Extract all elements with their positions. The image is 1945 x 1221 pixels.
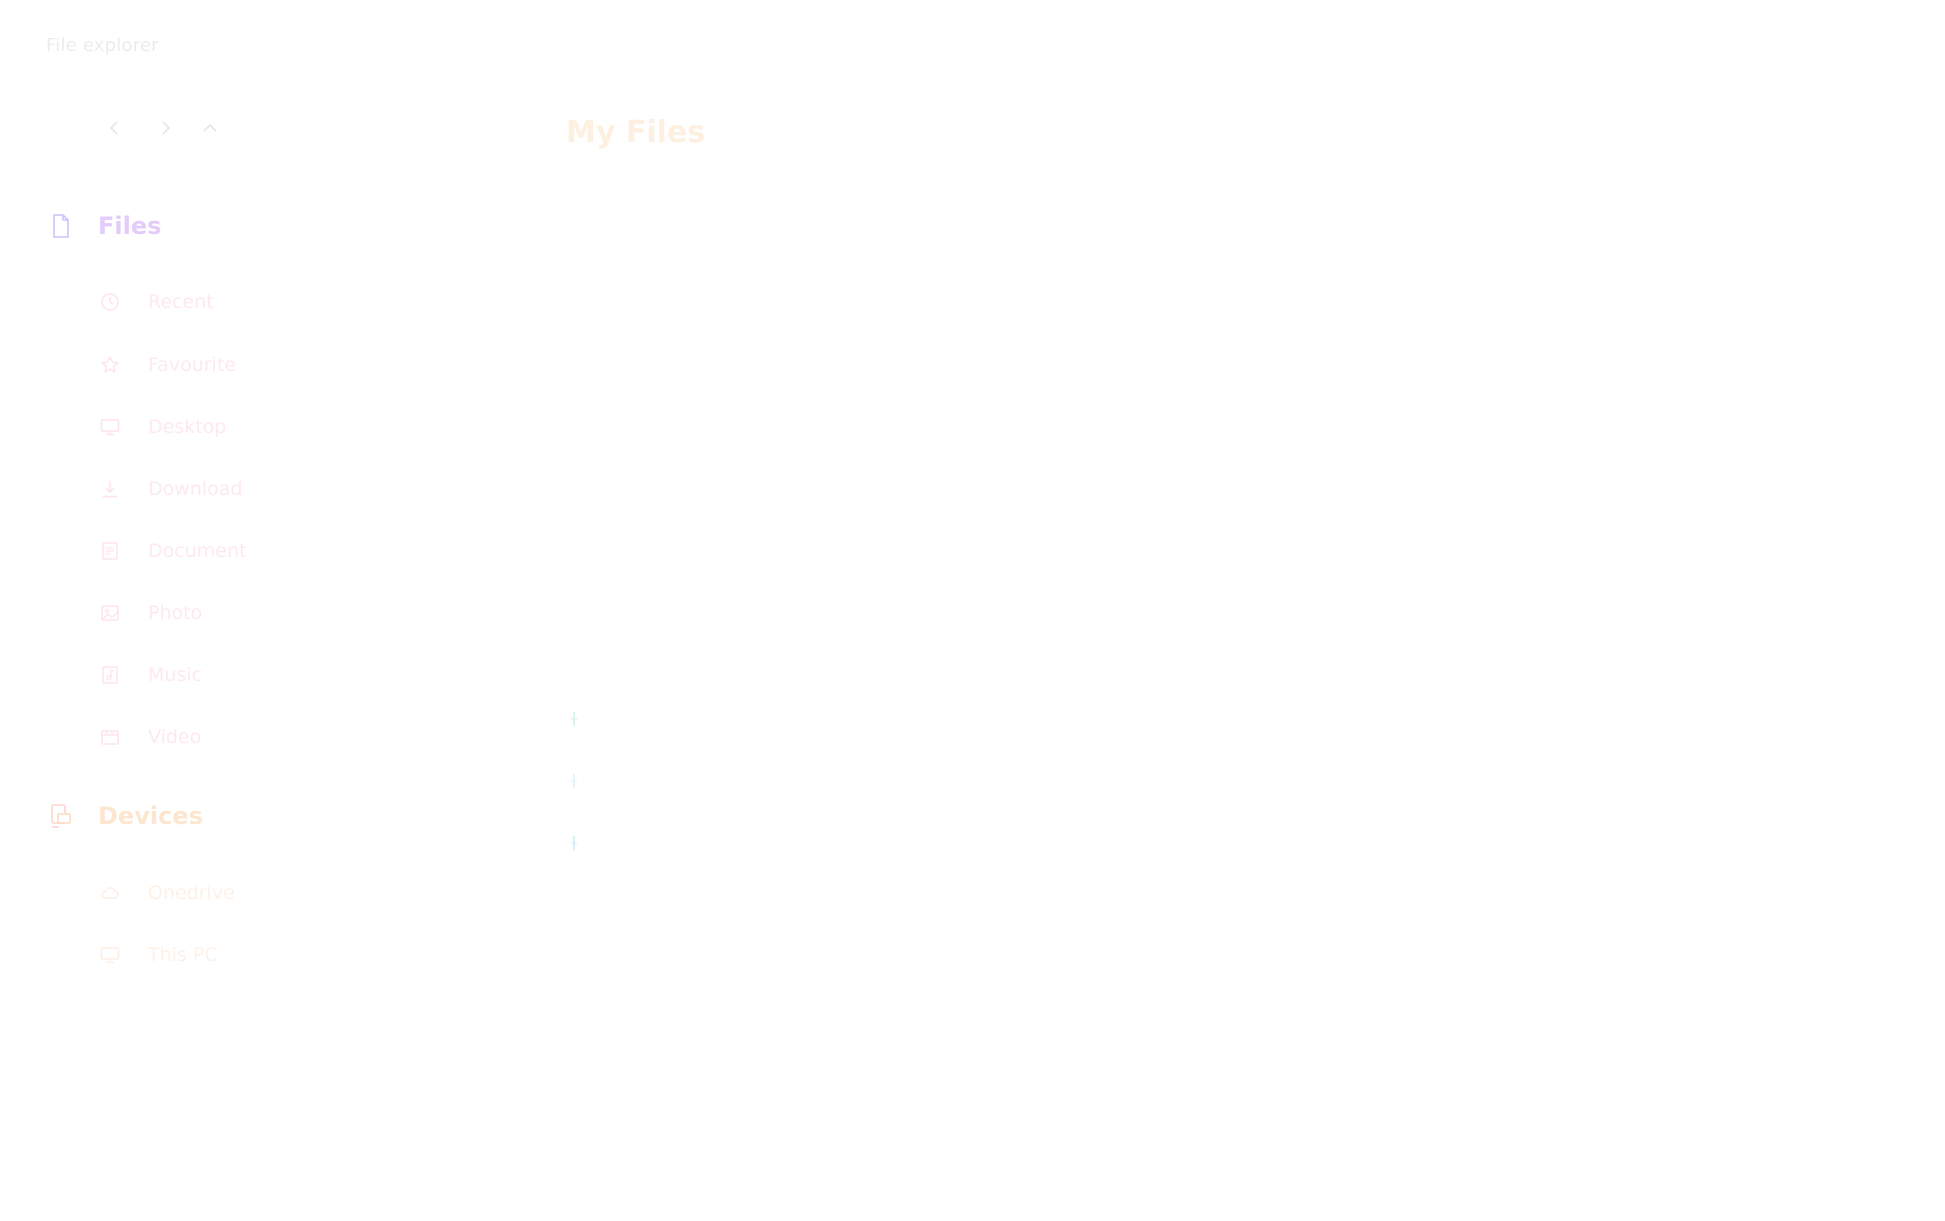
star-icon — [100, 355, 120, 375]
sidebar-item-label: Video — [148, 726, 202, 748]
list-marker — [568, 834, 580, 852]
sidebar-item-this-pc[interactable]: This PC — [100, 941, 218, 969]
sidebar-item-document[interactable]: Document — [100, 537, 246, 565]
document-icon — [100, 541, 120, 561]
back-arrow-icon — [106, 119, 124, 141]
sidebar-item-label: Download — [148, 478, 243, 500]
list-marker — [568, 772, 580, 790]
download-icon — [100, 479, 120, 499]
files-section-header[interactable]: Files — [50, 211, 161, 241]
files-section-label: Files — [98, 212, 162, 240]
sidebar-item-download[interactable]: Download — [100, 475, 242, 503]
sidebar-item-onedrive[interactable]: Onedrive — [100, 879, 235, 907]
sidebar-item-label: Onedrive — [148, 882, 235, 904]
devices-icon — [50, 803, 72, 829]
clock-icon — [100, 292, 120, 312]
music-icon — [100, 665, 120, 685]
devices-section-label: Devices — [98, 802, 203, 830]
sidebar-item-music[interactable]: Music — [100, 661, 202, 689]
sidebar-item-label: Recent — [148, 291, 214, 313]
file-explorer-window: File explorer My Files Files Recent Favo… — [0, 0, 1945, 1221]
sidebar-item-desktop[interactable]: Desktop — [100, 413, 226, 441]
window-title: File explorer — [46, 35, 159, 56]
up-arrow-icon — [201, 119, 219, 141]
sidebar-item-label: Favourite — [148, 354, 236, 376]
monitor-icon — [100, 417, 120, 437]
forward-button[interactable] — [153, 118, 177, 142]
cloud-icon — [100, 883, 120, 903]
up-button[interactable] — [198, 118, 222, 142]
photo-icon — [100, 603, 120, 623]
back-button[interactable] — [103, 118, 127, 142]
sidebar-item-label: This PC — [148, 944, 218, 966]
sidebar-item-label: Photo — [148, 602, 203, 624]
list-marker — [568, 710, 580, 728]
forward-arrow-icon — [156, 119, 174, 141]
devices-section-header[interactable]: Devices — [50, 801, 203, 831]
sidebar-item-photo[interactable]: Photo — [100, 599, 202, 627]
sidebar-item-label: Music — [148, 664, 203, 686]
sidebar-item-video[interactable]: Video — [100, 723, 201, 751]
page-title: My Files — [566, 115, 706, 150]
video-icon — [100, 727, 120, 747]
sidebar-item-favourite[interactable]: Favourite — [100, 351, 236, 379]
pc-icon — [100, 945, 120, 965]
file-icon — [50, 213, 72, 239]
sidebar-item-label: Document — [148, 540, 247, 562]
sidebar-item-recent[interactable]: Recent — [100, 288, 214, 316]
sidebar-item-label: Desktop — [148, 416, 227, 438]
